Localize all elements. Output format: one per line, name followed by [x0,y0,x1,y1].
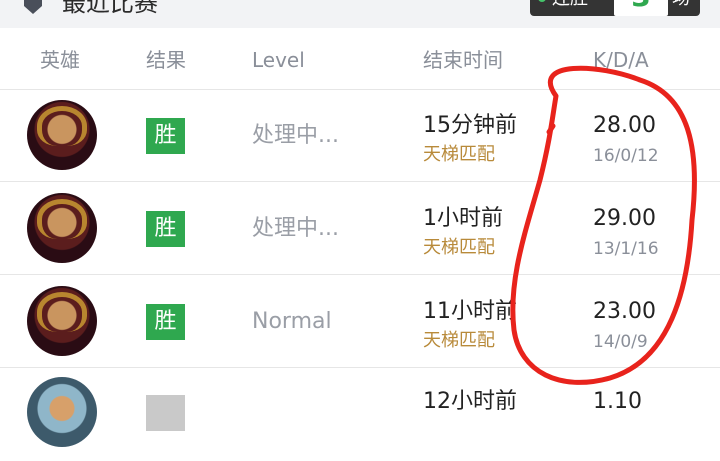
red-circle-annotation [510,65,697,385]
